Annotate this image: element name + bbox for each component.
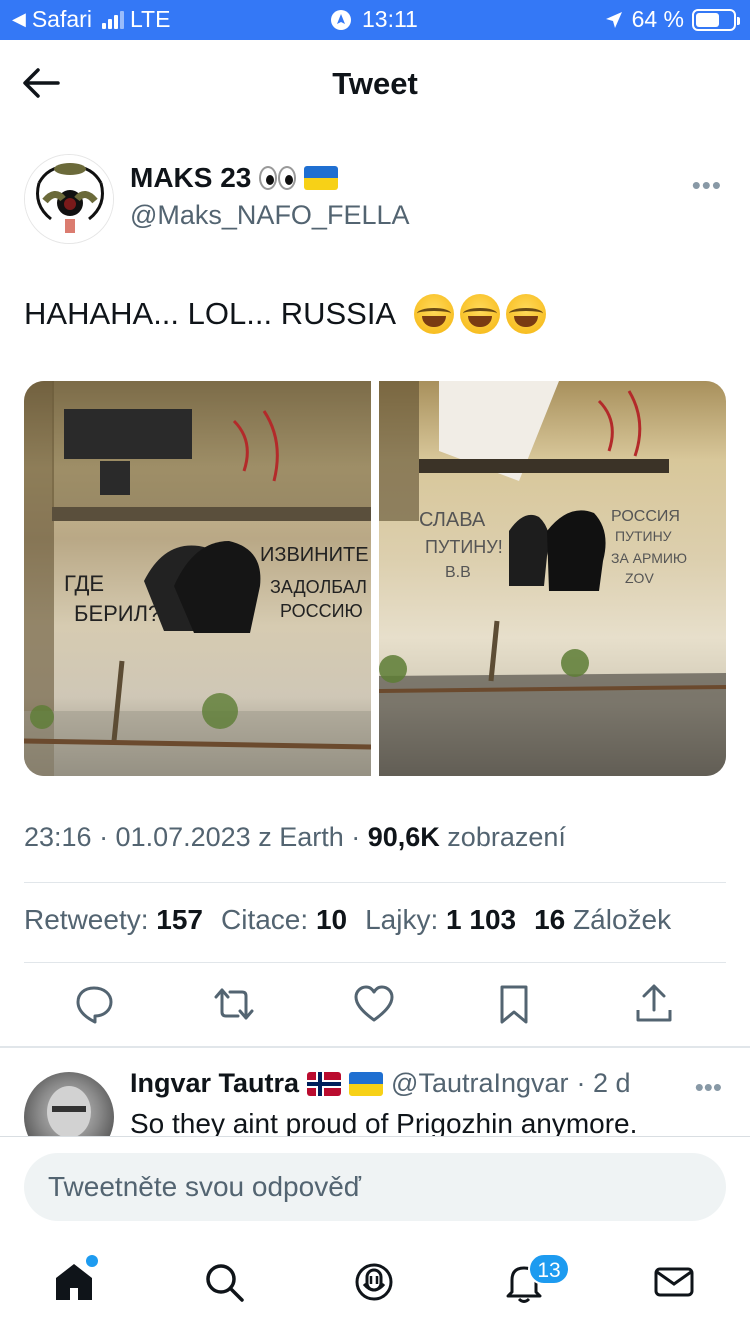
svg-text:ЗАДОЛБАЛ: ЗАДОЛБАЛ <box>270 577 367 597</box>
svg-text:СЛАВА: СЛАВА <box>419 509 486 531</box>
search-icon[interactable] <box>202 1260 246 1304</box>
svg-text:БЕРИЛ?: БЕРИЛ? <box>74 601 160 626</box>
laughing-emoji-icon <box>460 294 501 334</box>
status-bar: ◀ Safari LTE 13:11 64 % <box>0 0 750 40</box>
status-right: 64 % <box>604 6 740 33</box>
notifications-badge: 13 <box>528 1253 570 1285</box>
retweets-stat[interactable]: Retweety: 157 <box>24 904 203 936</box>
graffiti-photo-right: СЛАВА ПУТИНУ! В.В РОССИЯ ПУТИНУ ЗА АРМИЮ… <box>379 381 726 776</box>
ukraine-flag-icon <box>304 166 339 190</box>
spaces-icon[interactable] <box>352 1260 396 1304</box>
home-unread-dot <box>86 1255 98 1267</box>
bookmark-icon[interactable] <box>492 982 536 1026</box>
laughing-emoji-icon <box>506 294 547 334</box>
more-options-icon[interactable]: ••• <box>692 170 722 201</box>
tweet-timestamp: 23:16 · 01.07.2023 z Earth · <box>24 822 368 852</box>
reply-time: · 2 d <box>576 1068 631 1098</box>
tweet-text: HAHAHA... LOL... RUSSIA <box>24 296 397 331</box>
signal-icon <box>101 10 124 29</box>
svg-text:РОССИЯ: РОССИЯ <box>611 508 680 525</box>
reply-author-handle: @TautraIngvar <box>391 1068 569 1098</box>
location-arrow-icon <box>605 11 622 28</box>
battery-percent: 64 % <box>631 6 684 32</box>
quotes-stat[interactable]: Citace: 10 <box>221 904 347 936</box>
bookmarks-label: Záložek <box>573 904 672 935</box>
page-title: Tweet <box>332 66 418 101</box>
likes-count: 1 103 <box>446 904 517 935</box>
author-avatar[interactable] <box>24 154 114 244</box>
graffiti-photo-left: ГДЕ БЕРИЛ? ИЗВИНИТЕ ЗАДОЛБАЛ РОССИЮ <box>24 381 371 776</box>
reply-composer-input[interactable] <box>24 1153 726 1221</box>
likes-label: Lajky: <box>365 904 439 935</box>
carrier-label: Safari <box>31 6 92 32</box>
status-center: 13:11 <box>330 6 418 33</box>
quotes-label: Citace: <box>221 904 309 935</box>
tweet-body: HAHAHA... LOL... RUSSIA <box>24 294 547 334</box>
svg-text:ZOV: ZOV <box>625 570 654 586</box>
status-left: ◀ Safari LTE <box>12 6 170 33</box>
quotes-count: 10 <box>315 904 348 935</box>
tweet-photo-1[interactable]: ГДЕ БЕРИЛ? ИЗВИНИТЕ ЗАДОЛБАЛ РОССИЮ <box>24 381 371 776</box>
tweet-media: ГДЕ БЕРИЛ? ИЗВИНИТЕ ЗАДОЛБАЛ РОССИЮ СЛАВ… <box>24 381 726 776</box>
ukraine-flag-icon <box>349 1071 384 1096</box>
reply-clip: Ingvar Tautra @TautraIngvar · 2 d ••• So… <box>0 1050 750 1136</box>
network-label: LTE <box>129 6 171 32</box>
eyes-emoji-icon <box>259 166 297 190</box>
location-icon <box>331 9 351 30</box>
tweet-actions <box>0 982 750 1030</box>
retweets-label: Retweety: <box>24 904 149 935</box>
retweets-count: 157 <box>156 904 203 935</box>
like-heart-icon[interactable] <box>352 982 396 1026</box>
divider <box>24 962 726 963</box>
likes-stat[interactable]: Lajky: 1 103 <box>365 904 516 936</box>
divider <box>24 882 726 883</box>
svg-text:РОССИЮ: РОССИЮ <box>280 601 363 621</box>
back-to-app-icon[interactable]: ◀ <box>12 9 26 30</box>
tweet-photo-2[interactable]: СЛАВА ПУТИНУ! В.В РОССИЯ ПУТИНУ ЗА АРМИЮ… <box>379 381 726 776</box>
reply-more-options-icon[interactable]: ••• <box>695 1072 722 1103</box>
section-divider <box>0 1046 750 1048</box>
reply-icon[interactable] <box>72 982 116 1026</box>
svg-text:ИЗВИНИТЕ: ИЗВИНИТЕ <box>260 544 369 566</box>
tweet-meta: 23:16 · 01.07.2023 z Earth · 90,6K zobra… <box>24 822 566 853</box>
reply-avatar[interactable] <box>24 1072 114 1136</box>
author-name-row[interactable]: MAKS 23 <box>130 162 339 194</box>
share-icon[interactable] <box>632 982 676 1026</box>
reply-header[interactable]: Ingvar Tautra @TautraIngvar · 2 d <box>130 1068 631 1099</box>
top-bar: Tweet <box>0 40 750 128</box>
svg-text:ЗА АРМИЮ: ЗА АРМИЮ <box>611 550 687 566</box>
svg-text:ПУТИНУ!: ПУТИНУ! <box>425 537 503 557</box>
svg-text:В.В: В.В <box>445 564 471 581</box>
clock: 13:11 <box>362 6 418 32</box>
tweet-stats: Retweety: 157 Citace: 10 Lajky: 1 103 16… <box>24 904 671 936</box>
svg-text:ГДЕ: ГДЕ <box>64 571 104 596</box>
views-count[interactable]: 90,6K <box>368 822 440 852</box>
avatar-image <box>25 155 113 243</box>
norway-flag-icon <box>307 1071 342 1096</box>
bookmarks-stat[interactable]: 16 Záložek <box>534 904 671 936</box>
reply-author-name: Ingvar Tautra <box>130 1068 300 1098</box>
reply-avatar-image <box>47 1086 91 1136</box>
retweet-icon[interactable] <box>212 982 256 1026</box>
author-handle[interactable]: @Maks_NAFO_FELLA <box>130 200 410 231</box>
messages-envelope-icon[interactable] <box>652 1260 696 1304</box>
tab-bar <box>0 1240 750 1330</box>
author-name: MAKS 23 <box>130 162 252 193</box>
views-label: zobrazení <box>439 822 566 852</box>
battery-icon <box>692 8 740 31</box>
reply-text[interactable]: So they aint proud of Prigozhin anymore. <box>130 1108 637 1136</box>
bookmarks-count: 16 <box>534 904 566 935</box>
svg-text:ПУТИНУ: ПУТИНУ <box>615 528 672 544</box>
laughing-emoji-icon <box>414 294 455 334</box>
